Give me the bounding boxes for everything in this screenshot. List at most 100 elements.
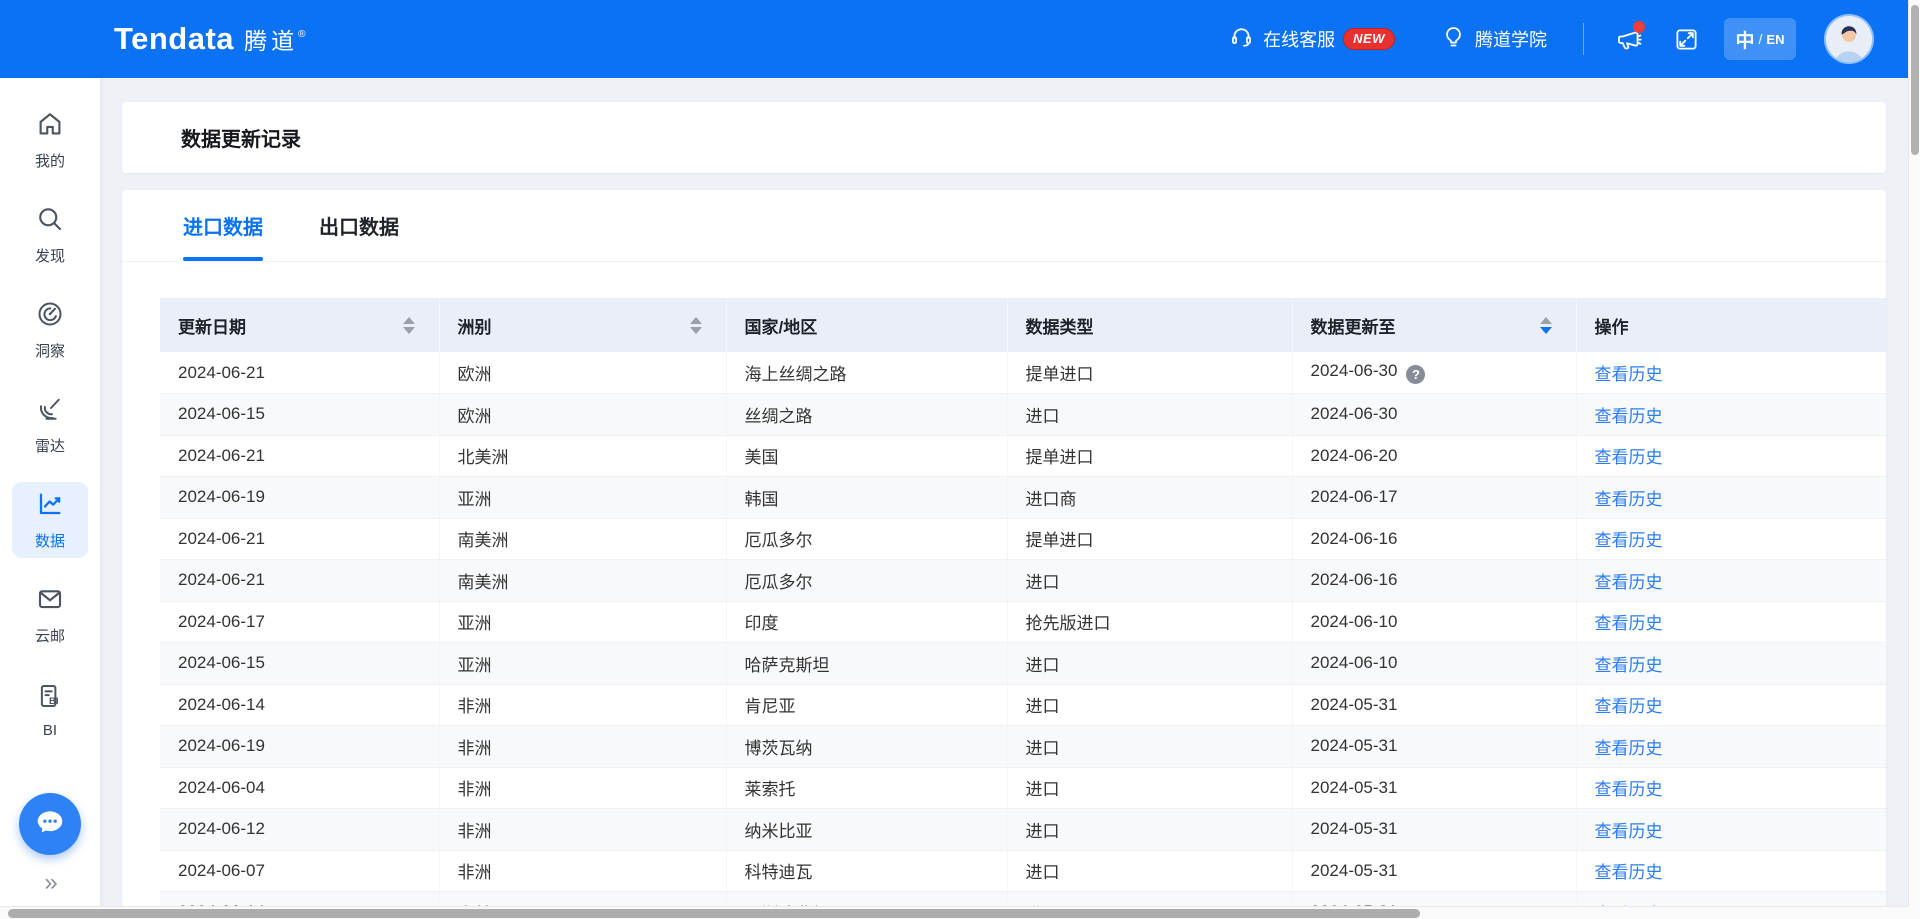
data-card: 进口数据出口数据 更新日期洲别国家/地区数据类型数据更新至操作 2024-06-… (122, 190, 1886, 919)
cell-updated-to: 2024-05-31 (1292, 809, 1576, 851)
cell-continent: 亚洲 (439, 477, 726, 519)
sidebar-item-data[interactable]: 数据 (12, 482, 88, 558)
view-history-link[interactable]: 查看历史 (1595, 365, 1663, 384)
cell-data-type: 进口 (1007, 684, 1292, 726)
view-history-link[interactable]: 查看历史 (1595, 490, 1663, 509)
chart-icon (35, 489, 65, 524)
sidebar-item-bi[interactable]: BIBI (12, 672, 88, 748)
view-history-link[interactable]: 查看历史 (1595, 739, 1663, 758)
sidebar-item-label: 发现 (35, 245, 65, 266)
column-label: 更新日期 (178, 313, 246, 338)
cell-data-type: 进口 (1007, 394, 1292, 436)
sidebar-item-label: 数据 (35, 530, 65, 551)
column-header: 数据类型 (1007, 298, 1292, 352)
view-history-link[interactable]: 查看历史 (1595, 573, 1663, 592)
online-service-link[interactable]: 在线客服 NEW (1229, 24, 1395, 54)
table-row: 2024-06-19非洲博茨瓦纳进口2024-05-31查看历史 (160, 726, 1886, 768)
new-badge: NEW (1343, 28, 1395, 50)
sort-carets-icon[interactable] (403, 317, 415, 334)
tendata-logo[interactable]: Tendata 腾道 ® (114, 21, 305, 57)
table-row: 2024-06-19亚洲韩国进口商2024-06-17查看历史 (160, 477, 1886, 519)
horizontal-scrollbar-thumb[interactable] (8, 909, 1420, 918)
cell-data-type: 提单进口 (1007, 435, 1292, 477)
cell-update-date: 2024-06-19 (160, 726, 439, 768)
cell-action: 查看历史 (1576, 809, 1886, 851)
cell-action: 查看历史 (1576, 560, 1886, 602)
table-row: 2024-06-17亚洲印度抢先版进口2024-06-10查看历史 (160, 601, 1886, 643)
view-history-link[interactable]: 查看历史 (1595, 656, 1663, 675)
academy-link[interactable]: 腾道学院 (1441, 24, 1547, 54)
announcement-button[interactable] (1608, 19, 1648, 59)
topbar-right: 在线客服 NEW 腾道学院 中 / EN (1229, 16, 1872, 62)
vertical-scrollbar-thumb[interactable] (1911, 5, 1919, 155)
mail-icon (35, 584, 65, 619)
table-row: 2024-06-15亚洲哈萨克斯坦进口2024-06-10查看历史 (160, 643, 1886, 685)
view-history-link[interactable]: 查看历史 (1595, 448, 1663, 467)
sort-carets-icon[interactable] (690, 317, 702, 334)
view-history-link[interactable]: 查看历史 (1595, 697, 1663, 716)
help-question-icon[interactable]: ? (1406, 365, 1425, 384)
sidebar-item-cloudmail[interactable]: 云邮 (12, 577, 88, 653)
cell-country: 纳米比亚 (726, 809, 1007, 851)
sidebar-item-discover[interactable]: 发现 (12, 197, 88, 273)
cell-update-date: 2024-06-21 (160, 518, 439, 560)
cell-continent: 欧洲 (439, 352, 726, 394)
column-label: 数据类型 (1026, 313, 1094, 338)
cell-action: 查看历史 (1576, 601, 1886, 643)
sidebar-expand-arrows[interactable]: » (44, 869, 55, 897)
cell-country: 厄瓜多尔 (726, 518, 1007, 560)
main-content: 数据更新记录 进口数据出口数据 更新日期洲别国家/地区数据类型数据更新至操作 2… (100, 78, 1908, 919)
view-history-link[interactable]: 查看历史 (1595, 822, 1663, 841)
cell-continent: 亚洲 (439, 643, 726, 685)
sidebar-item-radar[interactable]: 雷达 (12, 387, 88, 463)
cell-continent: 欧洲 (439, 394, 726, 436)
cell-country: 海上丝绸之路 (726, 352, 1007, 394)
brand-cn-text: 腾道 (244, 22, 298, 56)
language-toggle[interactable]: 中 / EN (1724, 18, 1796, 60)
cell-data-type: 进口 (1007, 643, 1292, 685)
lightbulb-icon (1441, 24, 1475, 54)
horizontal-scrollbar[interactable] (0, 906, 1908, 919)
view-history-link[interactable]: 查看历史 (1595, 780, 1663, 799)
column-header[interactable]: 数据更新至 (1292, 298, 1576, 352)
column-header[interactable]: 更新日期 (160, 298, 439, 352)
lang-separator: / (1759, 31, 1763, 47)
view-history-link[interactable]: 查看历史 (1595, 863, 1663, 882)
cell-country: 印度 (726, 601, 1007, 643)
sidebar-item-label: 雷达 (35, 435, 65, 456)
sidebar-item-insight[interactable]: 洞察 (12, 292, 88, 368)
sidebar-item-label: BI (43, 722, 57, 739)
data-update-table: 更新日期洲别国家/地区数据类型数据更新至操作 2024-06-21欧洲海上丝绸之… (160, 298, 1886, 919)
chat-fab-button[interactable] (19, 793, 81, 855)
top-header: Tendata 腾道 ® 在线客服 NEW 腾道学院 (0, 0, 1908, 78)
cell-updated-to: 2024-06-10 (1292, 643, 1576, 685)
fullscreen-button[interactable] (1666, 19, 1706, 59)
sidebar-item-mine[interactable]: 我的 (12, 102, 88, 178)
cell-update-date: 2024-06-04 (160, 767, 439, 809)
column-header[interactable]: 洲别 (439, 298, 726, 352)
view-history-link[interactable]: 查看历史 (1595, 407, 1663, 426)
search-icon (35, 204, 65, 239)
cell-update-date: 2024-06-07 (160, 850, 439, 892)
sort-carets-icon[interactable] (1540, 317, 1552, 334)
cell-update-date: 2024-06-21 (160, 352, 439, 394)
app-root: Tendata 腾道 ® 在线客服 NEW 腾道学院 (0, 0, 1920, 919)
cell-continent: 非洲 (439, 850, 726, 892)
tab-export-data[interactable]: 出口数据 (319, 190, 399, 261)
table-row: 2024-06-15欧洲丝绸之路进口2024-06-30查看历史 (160, 394, 1886, 436)
view-history-link[interactable]: 查看历史 (1595, 531, 1663, 550)
page-title-card: 数据更新记录 (122, 102, 1886, 173)
cell-country: 博茨瓦纳 (726, 726, 1007, 768)
page-title: 数据更新记录 (181, 123, 301, 152)
cell-updated-to: 2024-05-31 (1292, 684, 1576, 726)
tab-import-data[interactable]: 进口数据 (183, 190, 263, 261)
user-avatar[interactable] (1826, 16, 1872, 62)
cell-data-type: 进口 (1007, 767, 1292, 809)
cell-action: 查看历史 (1576, 767, 1886, 809)
view-history-link[interactable]: 查看历史 (1595, 614, 1663, 633)
vertical-scrollbar[interactable] (1908, 0, 1920, 919)
cell-continent: 非洲 (439, 809, 726, 851)
sidebar-item-label: 云邮 (35, 625, 65, 646)
table-header-row: 更新日期洲别国家/地区数据类型数据更新至操作 (160, 298, 1886, 352)
headset-icon (1229, 24, 1263, 54)
